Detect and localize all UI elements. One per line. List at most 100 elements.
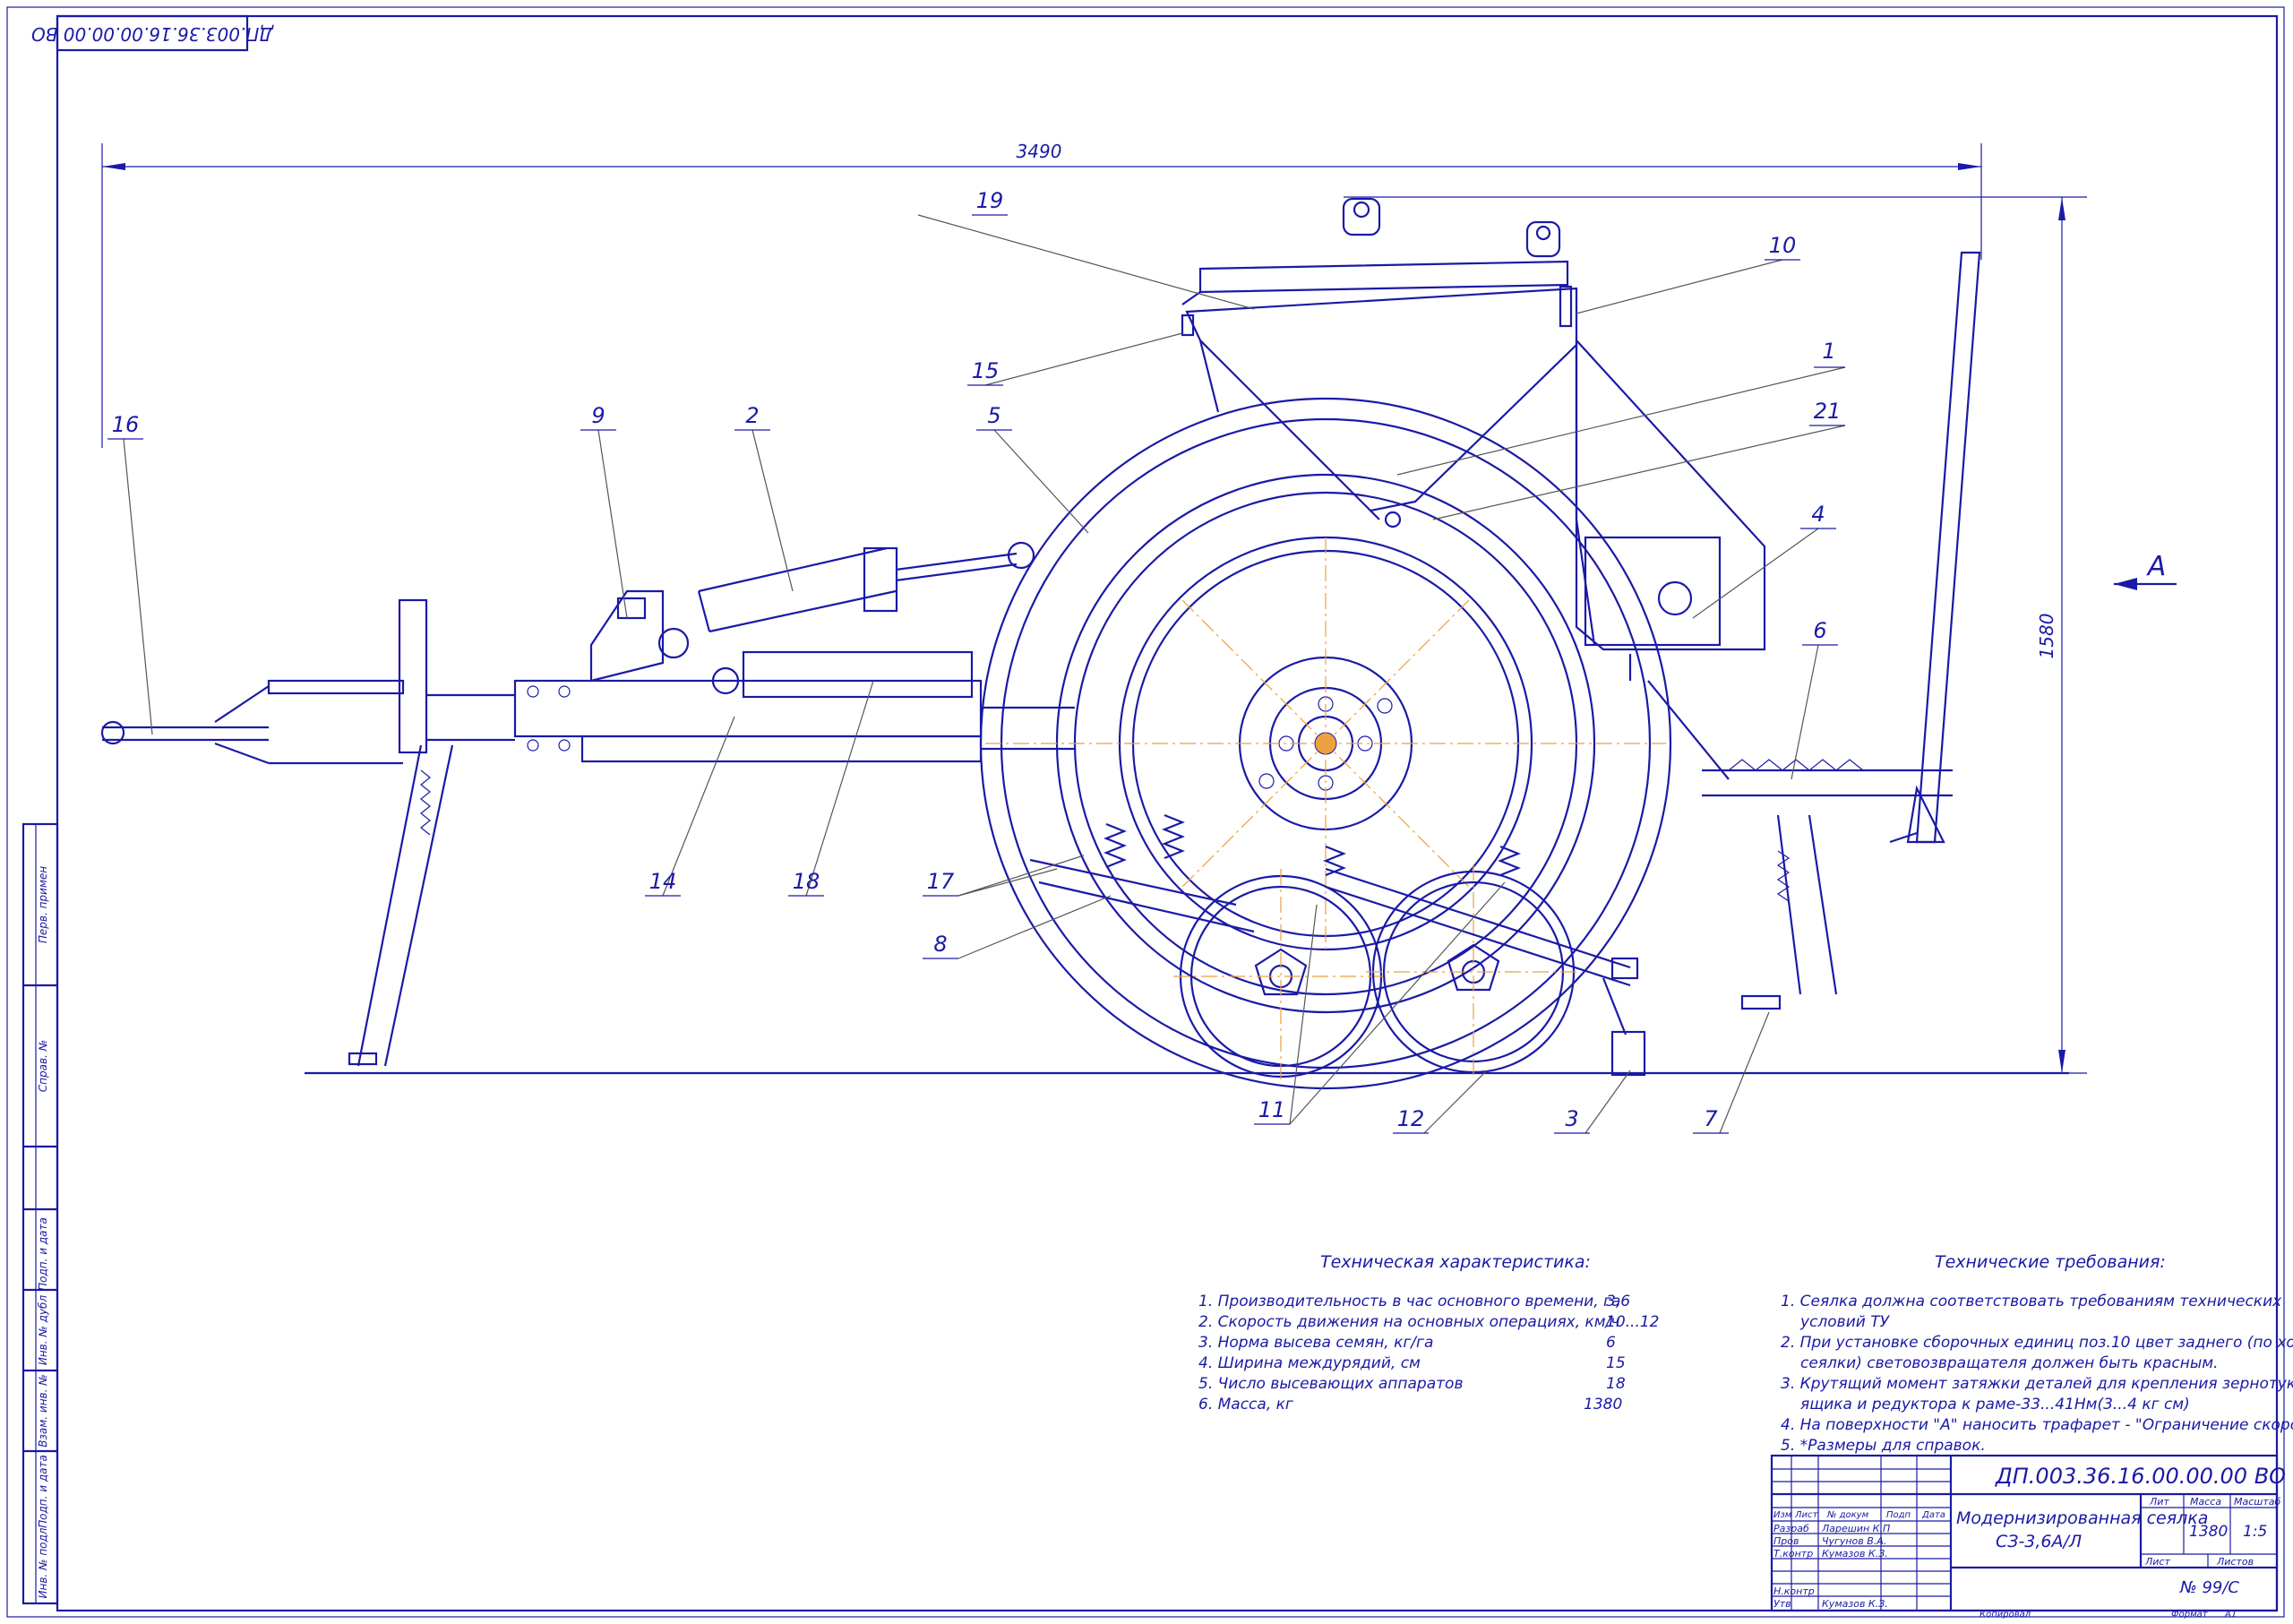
scale-value: 1:5 — [2243, 1523, 2268, 1541]
col-date: Дата — [1922, 1510, 1945, 1520]
title-block-designation: ДП.003.36.16.00.00.00 ВО — [1996, 1464, 2287, 1489]
col-sign: Подп — [1886, 1510, 1911, 1520]
spec-label: 6. Масса, кг — [1198, 1396, 1293, 1413]
front-jack — [348, 744, 454, 1067]
dimension-height: 1580 — [1344, 196, 2087, 1074]
requirement-line: 1. Сеялка должна соответствовать требова… — [1781, 1293, 2282, 1310]
col-list: Лист — [1795, 1510, 1818, 1520]
specs-title: Техническая характеристика: — [1320, 1252, 1591, 1272]
dim-height-text: 1580 — [2036, 614, 2057, 659]
org-code: № 99/С — [2180, 1578, 2239, 1597]
callout-15: 15 — [972, 358, 1000, 383]
callout-11: 11 — [1258, 1097, 1286, 1122]
spec-value: 3,6 — [1606, 1293, 1631, 1310]
callout-8: 8 — [933, 932, 947, 957]
callout-2: 2 — [745, 403, 759, 428]
requirement-line: 2. При установке сборочных единиц поз.10… — [1781, 1334, 2293, 1352]
rear-frame — [1575, 338, 1766, 681]
rear-jack — [1740, 814, 1838, 1010]
callout-17: 17 — [927, 869, 955, 894]
row-role: Разраб — [1773, 1523, 1809, 1534]
spec-row: 2. Скорость движения на основных операци… — [1198, 1312, 1659, 1333]
spec-label: 5. Число высевающих аппаратов — [1198, 1375, 1464, 1393]
callout-14: 14 — [649, 869, 677, 894]
spec-value: 15 — [1606, 1354, 1626, 1372]
strip-label-6: Подп. и дата — [37, 1455, 49, 1528]
requirement-line: 5. *Размеры для справок. — [1781, 1437, 1986, 1455]
rear-board — [1889, 251, 1981, 844]
row-name: Чугунов В.А. — [1822, 1535, 1887, 1547]
callout-16: 16 — [112, 412, 140, 437]
view-arrow-a: А — [2114, 551, 2177, 590]
seed-hopper — [1181, 197, 1578, 528]
requirements-title: Технические требования: — [1935, 1252, 2166, 1272]
strip-label-1: Перв. примен — [37, 866, 49, 943]
spec-row: 1. Производительность в час основного вр… — [1198, 1292, 1631, 1312]
callout-19: 19 — [976, 188, 1004, 213]
press-wheel-front — [1173, 869, 1388, 1084]
requirement-line: сеялки) световозвращателя должен быть кр… — [1800, 1354, 2219, 1372]
callout-21: 21 — [1814, 399, 1842, 424]
hitch-drawbar — [100, 598, 515, 765]
callout-18: 18 — [793, 869, 820, 894]
spec-row: 3. Норма высева семян, кг/га 6 — [1198, 1333, 1628, 1353]
row-name: Ларешин К.П — [1822, 1523, 1891, 1534]
spec-label: 3. Норма высева семян, кг/га — [1198, 1334, 1434, 1352]
col-doc: № докум — [1827, 1510, 1869, 1520]
row-role: Утв — [1773, 1598, 1791, 1610]
callout-3: 3 — [1565, 1106, 1578, 1131]
spec-label: 2. Скорость движения на основных операци… — [1198, 1313, 1620, 1331]
requirements-list: 1. Сеялка должна соответствовать требова… — [1781, 1292, 2293, 1456]
requirement-line: ящика и редуктора к раме-33...41Нм(3...4… — [1800, 1396, 2190, 1413]
row-name: Кумазов К.З. — [1822, 1548, 1888, 1560]
view-label: А — [2146, 551, 2167, 582]
head-lit: Лит — [2150, 1496, 2169, 1508]
copied-label: Копировал — [1980, 1610, 2031, 1620]
col-izm: Изм — [1773, 1510, 1792, 1520]
sheets-label: Листов — [2217, 1556, 2254, 1568]
format-label: Формат — [2171, 1610, 2208, 1620]
callout-10: 10 — [1769, 233, 1797, 258]
press-wheel-rear — [1366, 864, 1581, 1079]
spec-label: 4. Ширина междурядий, см — [1198, 1354, 1421, 1372]
callout-1: 1 — [1822, 339, 1835, 364]
rotated-designation: ДП.003.36.16.00.00.00 ВО — [31, 23, 274, 45]
requirement-line: 4. На поверхности "А" наносить трафарет … — [1781, 1416, 2293, 1434]
callout-12: 12 — [1397, 1106, 1425, 1131]
strip-label-3: Подп. и дата — [37, 1217, 49, 1291]
position-callouts: 1 2 3 4 5 6 7 8 9 10 11 12 14 15 16 17 1… — [107, 188, 1845, 1134]
hydraulic-cylinder — [589, 541, 1035, 695]
spec-label: 1. Производительность в час основного вр… — [1198, 1293, 1621, 1310]
strip-label-5: Взам. инв. № — [37, 1374, 49, 1447]
main-frame — [513, 650, 1075, 763]
callout-4: 4 — [1811, 502, 1825, 527]
spec-value: 1380 — [1584, 1396, 1623, 1413]
head-scale: Масштаб — [2234, 1496, 2281, 1508]
callout-5: 5 — [987, 403, 1001, 428]
specs-list: 1. Производительность в час основного вр… — [1198, 1292, 1659, 1415]
main-wheel — [979, 397, 1672, 1090]
callout-6: 6 — [1813, 618, 1826, 643]
spec-row: 4. Ширина междурядий, см 15 — [1198, 1353, 1628, 1374]
row-role: Н.контр — [1773, 1585, 1815, 1597]
requirement-line: 3. Крутящий момент затяжки деталей для к… — [1781, 1375, 2293, 1393]
harrow-bar — [1647, 680, 1953, 844]
requirement-line: условий ТУ — [1800, 1313, 1889, 1331]
mass-value: 1380 — [2189, 1523, 2229, 1541]
callout-7: 7 — [1704, 1106, 1718, 1131]
spec-row: 6. Масса, кг 1380 — [1198, 1395, 1628, 1415]
spec-value: 18 — [1606, 1375, 1626, 1393]
callout-9: 9 — [591, 403, 605, 428]
row-role: Пров — [1773, 1535, 1799, 1547]
title-block-name-line1: Модернизированная сеялка — [1956, 1508, 2209, 1528]
row-name: Кумазов К.З. — [1822, 1598, 1888, 1610]
spec-row: 5. Число высевающих аппаратов 18 — [1198, 1374, 1628, 1395]
format-value: А1 — [2225, 1610, 2237, 1620]
strip-label-2: Справ. № — [37, 1040, 49, 1092]
row-role: Т.контр — [1773, 1548, 1814, 1560]
strip-label-4: Инв. № дубл — [37, 1295, 49, 1366]
head-mass: Масса — [2190, 1496, 2222, 1508]
side-strip: Перв. примен Справ. № Подп. и дата Инв. … — [21, 822, 59, 1605]
strip-label-7: Инв. № подл — [37, 1527, 49, 1598]
sheet-label: Лист — [2145, 1556, 2170, 1568]
